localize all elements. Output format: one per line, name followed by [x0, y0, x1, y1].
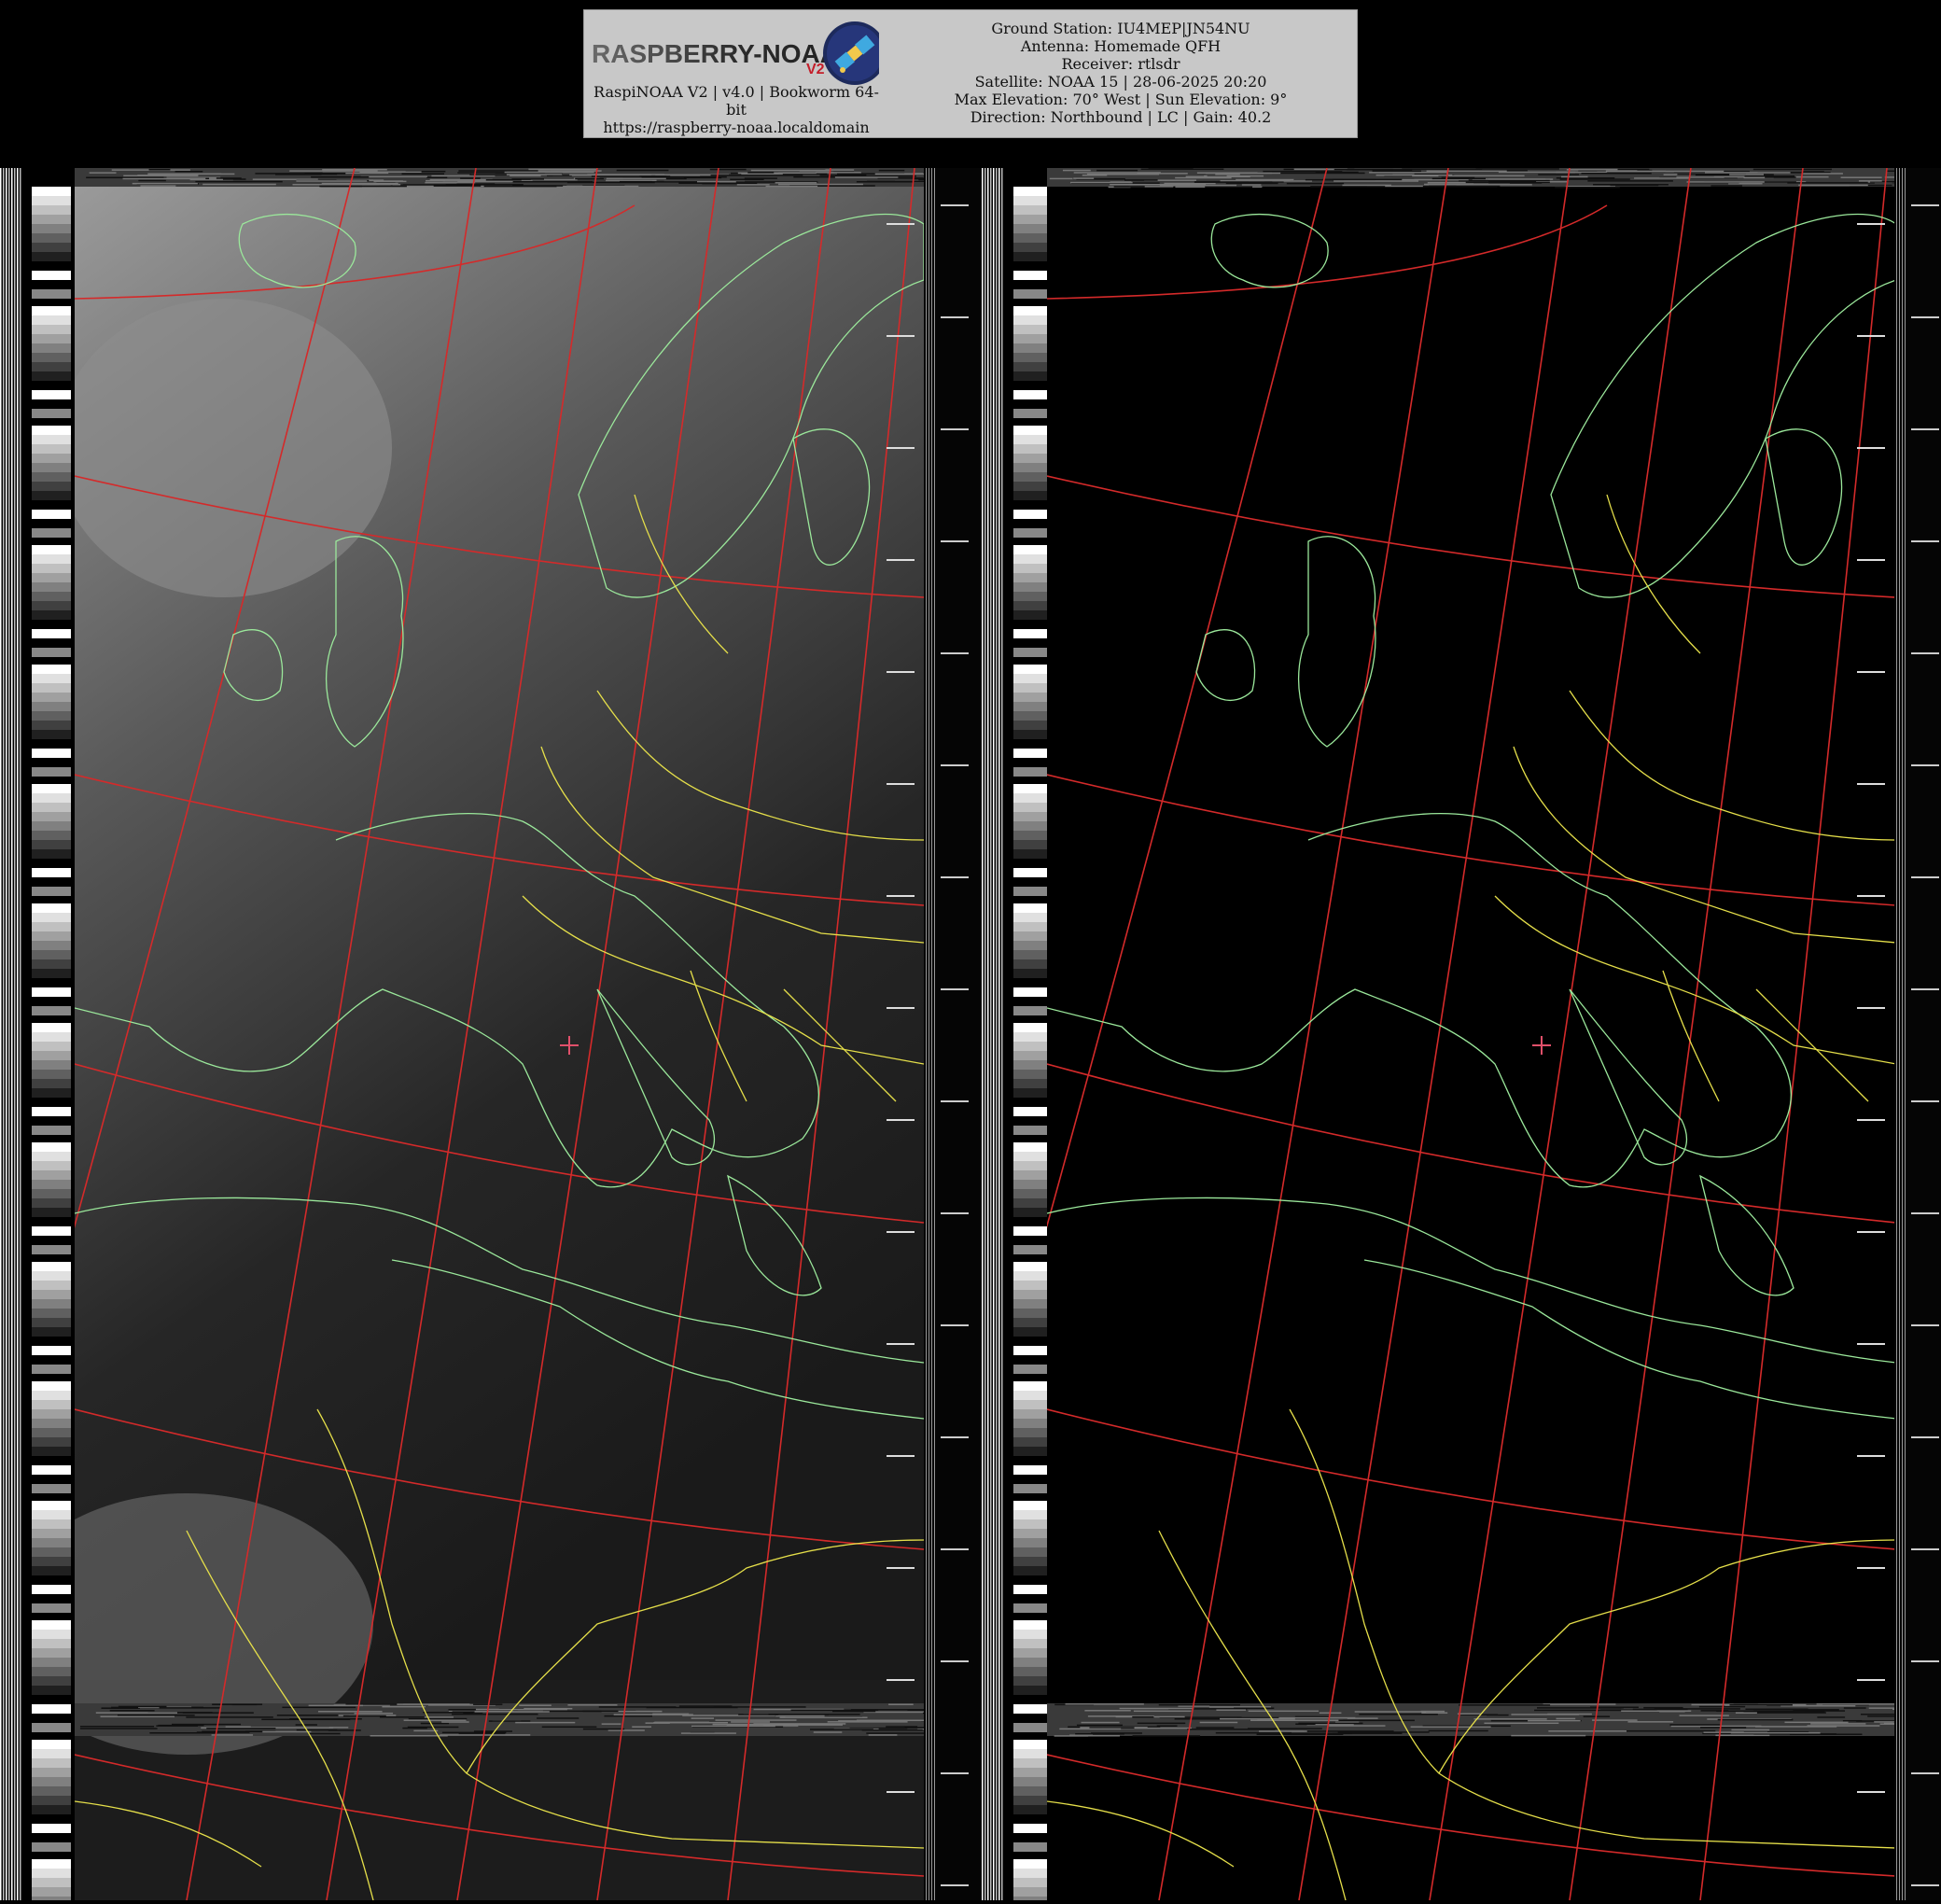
info-header: RASPBERRY-NOAA V2 RaspiNOAA V2 | v4.0 | … [583, 9, 1358, 138]
channel-divider [924, 168, 982, 1900]
telemetry-strip-a [0, 168, 71, 1900]
satellite-image [0, 168, 1941, 1900]
raspberry-noaa-logo: RASPBERRY-NOAA V2 [590, 16, 879, 89]
ground-station: Ground Station: IU4MEP|JN54NU [892, 20, 1349, 37]
channel-b-panel [1047, 168, 1894, 1900]
satellite-logo-icon [823, 21, 879, 85]
logo-badge: V2 [806, 62, 825, 77]
channel-a-panel [75, 168, 924, 1900]
elevation: Max Elevation: 70° West | Sun Elevation:… [892, 91, 1349, 108]
version-line-wrap: bit [588, 101, 885, 119]
station-url: https://raspberry-noaa.localdomain [588, 119, 885, 136]
right-margin-strip [1894, 168, 1941, 1900]
telemetry-strip-b [982, 168, 1053, 1900]
satellite-pass: Satellite: NOAA 15 | 28-06-2025 20:20 [892, 73, 1349, 91]
antenna: Antenna: Homemade QFH [892, 37, 1349, 55]
receiver: Receiver: rtlsdr [892, 55, 1349, 73]
software-caption: RaspiNOAA V2 | v4.0 | Bookworm 64- bit h… [588, 83, 885, 136]
version-line: RaspiNOAA V2 | v4.0 | Bookworm 64- [588, 83, 885, 101]
pass-details: Ground Station: IU4MEP|JN54NU Antenna: H… [892, 20, 1349, 126]
logo-text: RASPBERRY-NOAA [592, 39, 839, 68]
direction-gain: Direction: Northbound | LC | Gain: 40.2 [892, 108, 1349, 126]
plus-marker-icon [1532, 1036, 1551, 1055]
